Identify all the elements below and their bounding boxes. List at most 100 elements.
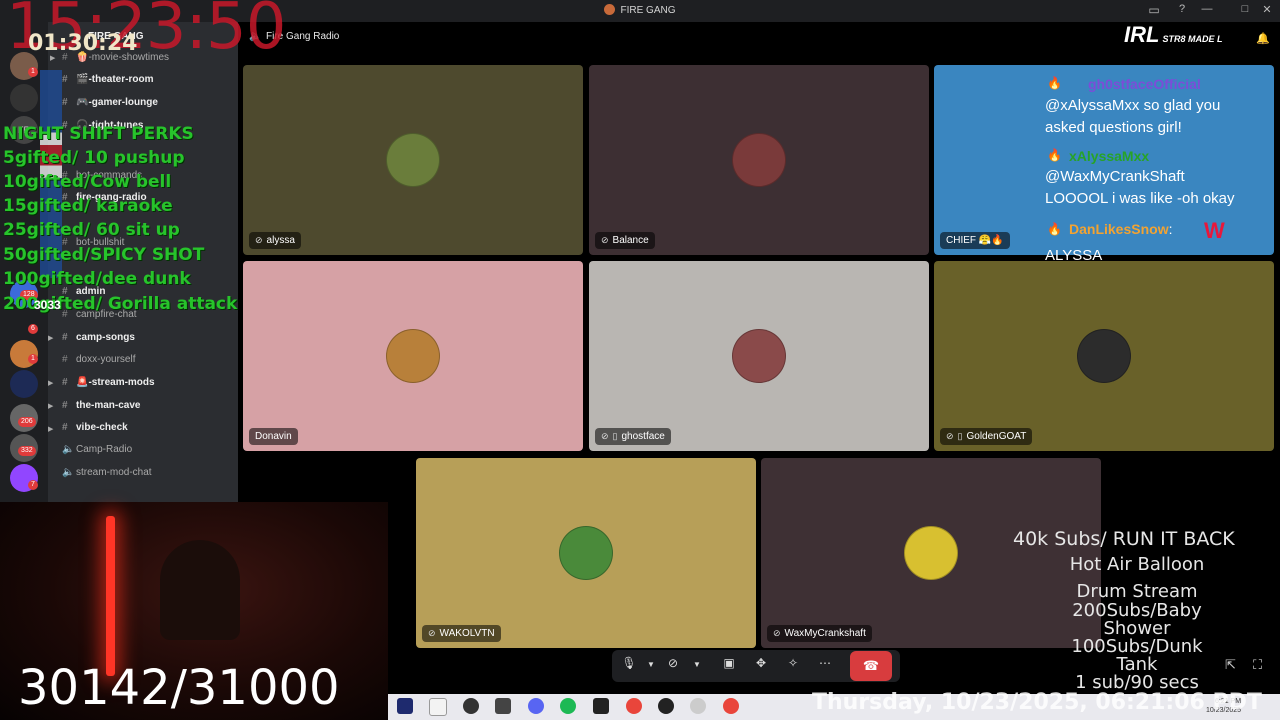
minimize-button[interactable]: — [1198, 3, 1216, 15]
avatar [559, 526, 613, 580]
popout-icon[interactable]: ⇱ [1225, 657, 1236, 673]
mic-muted-icon: ⊘ [773, 628, 781, 638]
phone-icon: ▯ [957, 431, 963, 441]
mic-muted-icon: ⊘ [601, 235, 609, 245]
participant-tile[interactable]: ⊘ alyssa [243, 65, 583, 255]
participant-name: ⊘ ▯ GoldenGOAT [940, 428, 1033, 445]
participant-name: ⊘ alyssa [249, 232, 301, 249]
participant-name: ⊘ Balance [595, 232, 655, 249]
premiere-icon[interactable] [397, 698, 413, 714]
w-emote-icon: W [1204, 218, 1225, 243]
channel-item[interactable]: # doxx-yourself [62, 354, 135, 365]
notification-badge: 1 [28, 354, 38, 364]
media-player-icon[interactable] [658, 698, 674, 714]
chat-message: @WaxMyCrankShaft [1045, 168, 1185, 185]
fire-icon: 🔥 [1047, 222, 1062, 236]
participant-tile[interactable]: Donavin [243, 261, 583, 451]
camera-off-icon[interactable]: ⊘ [662, 656, 684, 676]
perk-item: 15gifted/ karaoke [3, 196, 173, 216]
perk-item: 5gifted/ 10 pushup [3, 148, 185, 168]
perk-item: 25gifted/ 60 sit up [3, 220, 180, 240]
perk-item: 50gifted/SPICY SHOT [3, 245, 205, 265]
activities-icon[interactable]: ✥ [750, 656, 772, 676]
notification-badge: 1 [28, 67, 38, 77]
sub-counter: 30142/31000 [18, 660, 340, 716]
participant-name: CHIEF 😤🔥 [940, 232, 1010, 249]
app-icon[interactable] [690, 698, 706, 714]
screen-share-icon[interactable]: ▣ [718, 656, 740, 676]
chat-message: ALYSSA [1045, 247, 1103, 264]
notification-badge: 206 [18, 417, 36, 427]
fire-icon: 🔥 [1047, 148, 1062, 162]
spotify-icon[interactable] [560, 698, 576, 714]
notification-badge: 332 [18, 446, 36, 456]
server-icon [604, 4, 616, 15]
notification-icon[interactable]: 🔔 [1256, 32, 1270, 45]
fire-icon: 🔥 [1047, 76, 1062, 90]
app-icon[interactable] [593, 698, 609, 714]
discord-icon[interactable] [528, 698, 544, 714]
obs-icon[interactable] [463, 698, 479, 714]
avatar [732, 133, 786, 187]
microphone-icon[interactable]: 🎙 [618, 656, 640, 676]
channel-item[interactable]: # 🚨-stream-mods [62, 377, 155, 388]
channel-item[interactable]: # 🎬-theater-room [62, 74, 153, 85]
avatar [904, 526, 958, 580]
close-button[interactable]: ✕ [1258, 3, 1276, 16]
speaker-icon: 🔈 [62, 467, 75, 478]
mic-muted-icon: ⊘ [601, 431, 609, 441]
chrome-icon[interactable] [723, 698, 739, 714]
fullscreen-icon[interactable]: ⛶ [1253, 657, 1262, 673]
goal-item: Hot Air Balloon [1069, 554, 1205, 575]
voice-channel-item[interactable]: 🔈 stream-mod-chat [62, 467, 152, 478]
avatar [1077, 329, 1131, 383]
channel-item[interactable]: # camp-songs [62, 332, 135, 343]
participant-tile[interactable]: ⊘ ▯ GoldenGOAT [934, 261, 1274, 451]
inbox-icon[interactable]: ▭ [1145, 3, 1163, 17]
hang-up-button[interactable]: ☎ [850, 651, 892, 681]
participant-tile[interactable]: ⊘ Balance [589, 65, 929, 255]
soundboard-icon[interactable]: ✧ [782, 656, 804, 676]
avatar [386, 329, 440, 383]
participant-name: ⊘ WaxMyCrankshaft [767, 625, 872, 642]
participant-tile[interactable]: ⊘ WAKOLVTN [416, 458, 756, 648]
chat-message: asked questions girl! [1045, 119, 1182, 136]
maximize-button[interactable]: □ [1236, 3, 1254, 15]
server-icon[interactable] [10, 370, 38, 398]
chat-message: LOOOOL i was like -oh okay [1045, 190, 1235, 207]
chat-username: DanLikesSnow: [1069, 221, 1173, 237]
voice-channel-item[interactable]: 🔈 Camp-Radio [62, 444, 132, 455]
perk-item: 10gifted/Cow bell [3, 172, 172, 192]
participant-tile[interactable]: ⊘ WaxMyCrankshaft [761, 458, 1101, 648]
led-light [106, 516, 115, 676]
participant-name: ⊘ ▯ ghostface [595, 428, 671, 445]
capcut-icon[interactable] [495, 698, 511, 714]
goal-item: 40k Subs/ RUN IT BACK [1013, 528, 1235, 550]
help-icon[interactable]: ? [1173, 3, 1191, 15]
small-counter: 3033 [34, 298, 61, 312]
file-icon[interactable] [429, 698, 447, 716]
chat-username: gh0stfaceOfficial [1088, 76, 1201, 92]
chrome-icon[interactable] [626, 698, 642, 714]
chat-username: xAlyssaMxx [1069, 148, 1150, 164]
participant-name: Donavin [249, 428, 298, 445]
chevron-right-icon: ▶ [48, 403, 54, 410]
chevron-down-icon[interactable]: ▼ [686, 656, 708, 676]
chevron-right-icon: ▶ [48, 380, 54, 387]
streamer [160, 540, 240, 640]
mic-muted-icon: ⊘ [946, 431, 954, 441]
server-icon[interactable] [10, 84, 38, 112]
goal-item: Drum Stream [1076, 581, 1198, 602]
channel-item[interactable]: # the-man-cave [62, 400, 140, 411]
participant-tile[interactable]: ⊘ ▯ ghostface [589, 261, 929, 451]
perks-title: NIGHT SHIFT PERKS [3, 124, 194, 144]
chevron-down-icon[interactable]: ▼ [640, 656, 662, 676]
mic-muted-icon: ⊘ [255, 235, 263, 245]
channel-item[interactable]: # 🎮-gamer-lounge [62, 97, 158, 108]
brand-logo: IRL STR8 MADE L [1124, 22, 1223, 47]
notification-badge: 7 [28, 480, 38, 490]
channel-item[interactable]: # vibe-check [62, 422, 128, 433]
avatar [732, 329, 786, 383]
overlay-datetime: Thursday, 10/23/2025, 06:21:06 PDT [812, 690, 1262, 715]
more-icon[interactable]: ⋯ [814, 656, 836, 676]
